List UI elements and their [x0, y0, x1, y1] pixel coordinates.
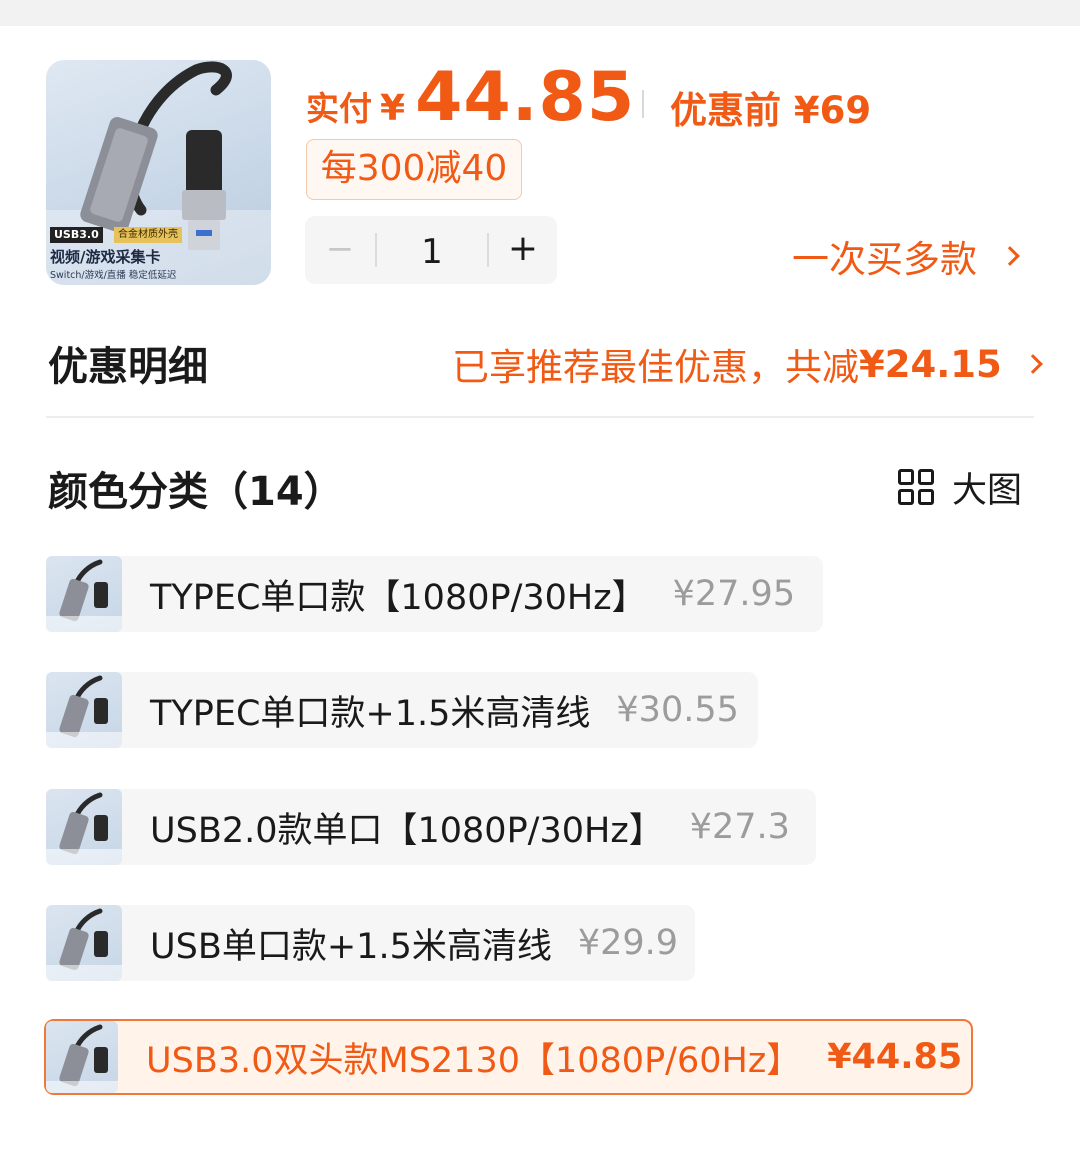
- thumb-subtitle: Switch/游戏/直播 稳定低延迟: [50, 270, 177, 281]
- chevron-right-icon: [1000, 246, 1020, 266]
- variant-thumbnail: [46, 556, 122, 632]
- alloy-badge: 合金材质外壳: [114, 227, 182, 243]
- variant-option[interactable]: TYPEC单口款【1080P/30Hz】 ¥27.95: [46, 556, 823, 632]
- multi-buy-link[interactable]: 一次买多款: [792, 229, 1020, 283]
- discount-details-link[interactable]: 已享推荐最佳优惠，共减 ¥24.15: [452, 337, 1043, 391]
- variant-price: ¥29.9: [577, 923, 679, 963]
- big-view-toggle[interactable]: 大图: [898, 462, 1022, 513]
- variant-option[interactable]: USB3.0双头款MS2130【1080P/60Hz】 ¥44.85: [44, 1019, 973, 1095]
- discount-amount: ¥24.15: [859, 342, 1002, 386]
- variant-thumbnail: [46, 789, 122, 865]
- usb3-badge: USB3.0: [50, 227, 103, 243]
- increase-button[interactable]: +: [489, 216, 557, 284]
- variant-price: ¥27.3: [689, 807, 790, 847]
- variant-label: TYPEC单口款+1.5米高清线: [150, 693, 591, 734]
- variant-label: USB单口款+1.5米高清线: [150, 926, 552, 967]
- variant-price: ¥27.95: [672, 574, 796, 614]
- variant-label: USB2.0款单口【1080P/30Hz】: [150, 810, 664, 851]
- original-price: 优惠前 ¥69: [670, 89, 872, 132]
- chevron-right-icon: [1022, 354, 1043, 374]
- variant-price: ¥30.55: [616, 690, 739, 730]
- price-value: 44.85: [415, 58, 636, 137]
- big-view-label: 大图: [952, 471, 1023, 511]
- variant-thumbnail: [46, 1021, 118, 1093]
- variant-thumbnail: [46, 672, 122, 748]
- multi-buy-label: 一次买多款: [792, 238, 977, 281]
- top-bar: [0, 0, 1080, 26]
- quantity-value[interactable]: 1: [377, 216, 487, 284]
- price-prefix: 实付: [306, 89, 372, 128]
- price-separator: [642, 90, 644, 118]
- variant-label: TYPEC单口款【1080P/30Hz】: [150, 577, 647, 618]
- decrease-button[interactable]: −: [305, 216, 375, 284]
- variant-thumbnail: [46, 905, 122, 981]
- variant-option[interactable]: USB2.0款单口【1080P/30Hz】 ¥27.3: [46, 789, 816, 865]
- divider: [46, 416, 1034, 418]
- variants-title: 颜色分类（14）: [48, 469, 344, 515]
- grid-icon: [898, 468, 936, 507]
- product-image[interactable]: USB3.0 合金材质外壳 视频/游戏采集卡 Switch/游戏/直播 稳定低延…: [46, 60, 271, 285]
- variant-price: ¥44.85: [827, 1037, 963, 1077]
- variant-option[interactable]: TYPEC单口款+1.5米高清线 ¥30.55: [46, 672, 758, 748]
- quantity-stepper: − 1 +: [305, 216, 557, 284]
- variant-option[interactable]: USB单口款+1.5米高清线 ¥29.9: [46, 905, 695, 981]
- thumb-title: 视频/游戏采集卡: [50, 248, 161, 266]
- discount-summary: 已享推荐最佳优惠，共减: [452, 346, 859, 389]
- variant-label: USB3.0双头款MS2130【1080P/60Hz】: [146, 1040, 802, 1081]
- discount-title: 优惠明细: [48, 344, 208, 390]
- currency-symbol: ¥: [380, 88, 406, 129]
- promo-badge: 每300减40: [306, 139, 522, 200]
- actual-price: 实付 ¥ 44.85: [306, 58, 636, 137]
